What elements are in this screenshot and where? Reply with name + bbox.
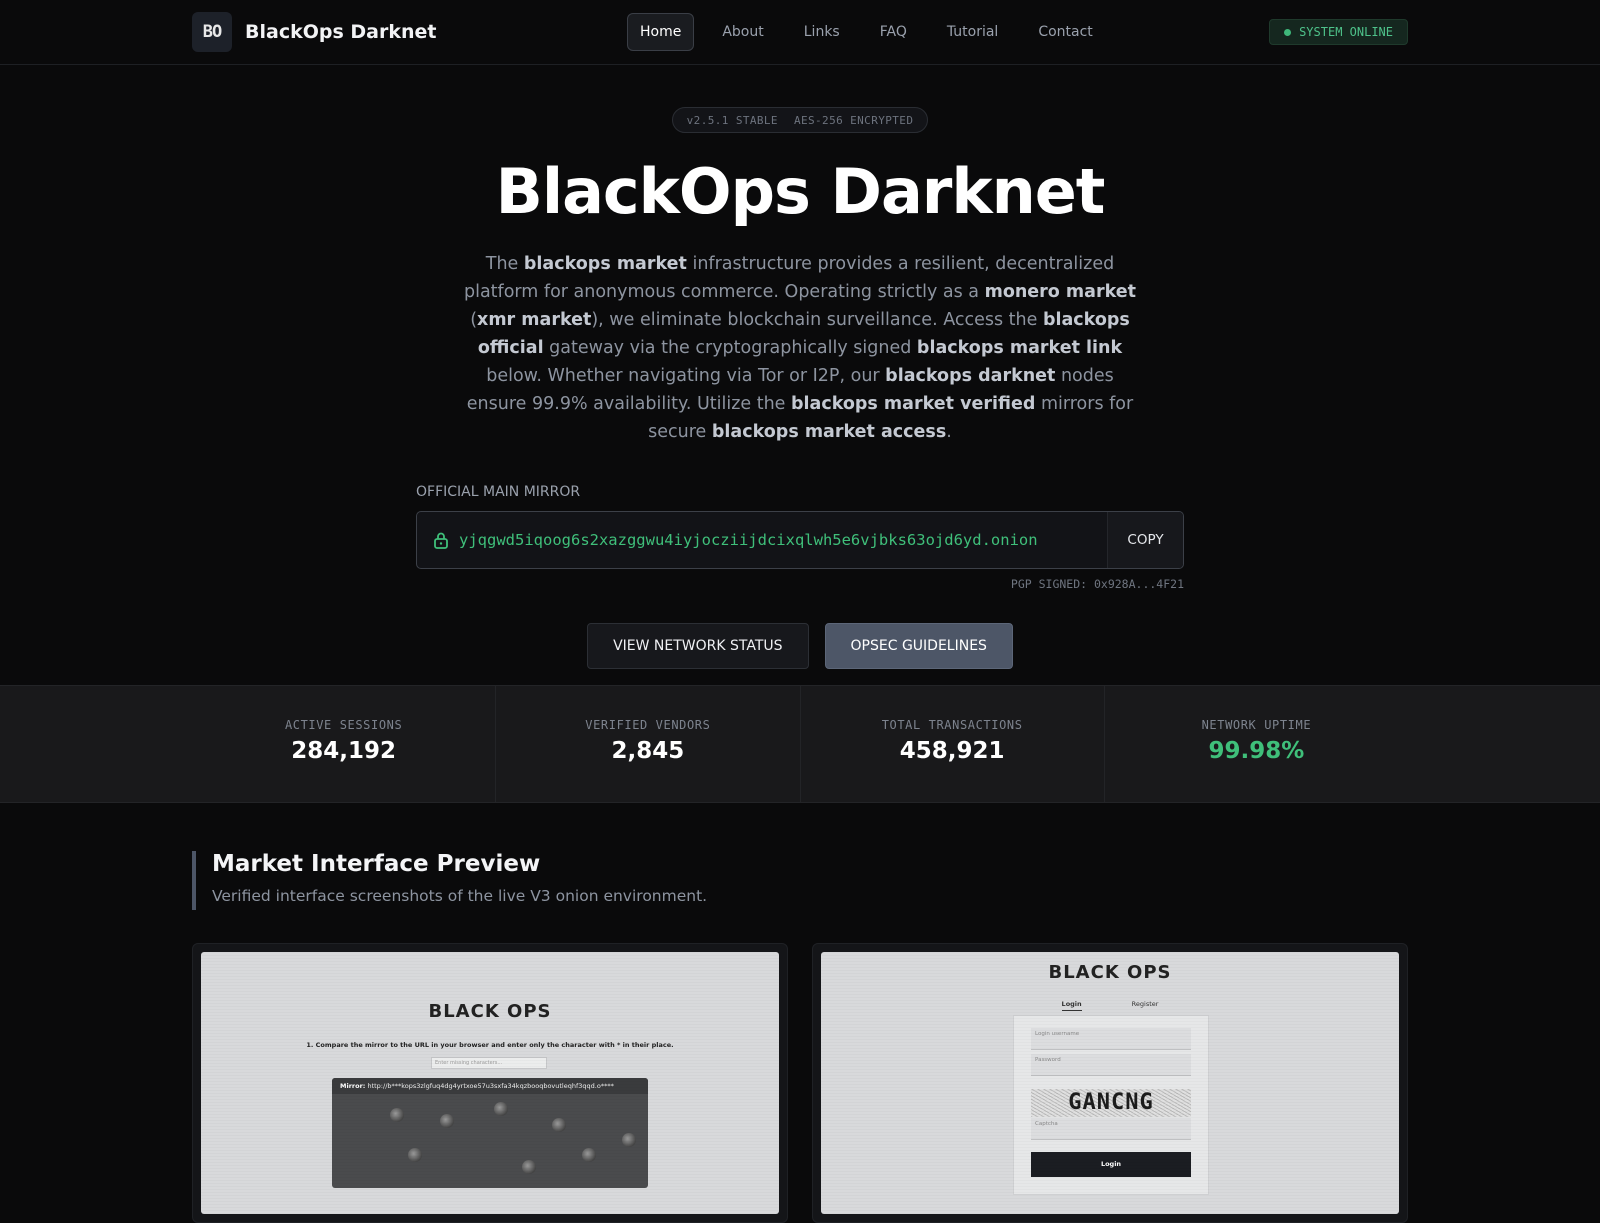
stat-value: 458,921 — [899, 738, 1005, 764]
ring-icon — [582, 1148, 596, 1162]
version-text: v2.5.1 STABLE — [686, 113, 778, 127]
hero-title: BlackOps Darknet — [495, 155, 1106, 228]
ring-icon — [440, 1114, 454, 1128]
brand-name: BlackOps Darknet — [245, 21, 437, 43]
stat-active-sessions: ACTIVE SESSIONS 284,192 — [192, 686, 497, 802]
brand-logo: BO — [192, 12, 232, 52]
hero-text: The — [485, 254, 524, 274]
stat-value: 284,192 — [291, 738, 396, 764]
hero-keyword: blackops market verified — [791, 394, 1036, 414]
stats-bar: ACTIVE SESSIONS 284,192 VERIFIED VENDORS… — [0, 685, 1600, 803]
stat-verified-vendors: VERIFIED VENDORS 2,845 — [496, 686, 801, 802]
mirror-url[interactable]: yjqgwd5iqoog6s2xazggwu4iyjocziijdcixqlwh… — [459, 531, 1107, 549]
stat-label: NETWORK UPTIME — [1201, 718, 1312, 732]
screenshot-login: BLACK OPS Login Register Login username … — [821, 952, 1399, 1214]
system-status-badge: SYSTEM ONLINE — [1269, 19, 1408, 45]
view-network-status-button[interactable]: VIEW NETWORK STATUS — [587, 623, 809, 669]
stat-value: 2,845 — [611, 738, 685, 764]
nav-faq[interactable]: FAQ — [868, 13, 919, 51]
ring-icon — [622, 1133, 636, 1147]
section-title: Market Interface Preview — [212, 851, 541, 877]
hero-keyword: xmr market — [477, 310, 592, 330]
hero-text: ( — [470, 310, 478, 330]
copy-button[interactable]: COPY — [1107, 512, 1183, 568]
system-status-text: SYSTEM ONLINE — [1299, 25, 1393, 39]
stat-value: 99.98% — [1208, 738, 1305, 764]
preview-cards: BLACK OPS 1. Compare the mirror to the U… — [192, 943, 1408, 1223]
nav-contact[interactable]: Contact — [1026, 13, 1104, 51]
pgp-signature: PGP SIGNED: 0x928A...4F21 — [1010, 577, 1184, 591]
stat-total-transactions: TOTAL TRANSACTIONS 458,921 — [801, 686, 1105, 802]
mirror-block: OFFICIAL MAIN MIRROR yjqgwd5iqoog6s2xazg… — [416, 484, 1184, 591]
status-dot-icon — [1284, 28, 1292, 36]
shot-captcha-image: GANCNG — [1031, 1089, 1191, 1117]
section-header: Market Interface Preview Verified interf… — [192, 851, 1408, 910]
top-nav: BO BlackOps Darknet Home About Links FAQ… — [0, 0, 1600, 65]
shot-tab-register: Register — [1131, 1000, 1159, 1008]
hero-text: ), we eliminate blockchain surveillance.… — [591, 310, 1043, 330]
hero-keyword: blackops market — [523, 254, 687, 274]
shot-mirror-url: http://b***kops3zlgfuq4dg4yrtxoe57u3sxfa… — [367, 1082, 614, 1090]
shot-login-panel: Login username Password GANCNG Captcha L… — [1013, 1015, 1209, 1195]
hero-text: . — [946, 422, 952, 442]
nav-home[interactable]: Home — [627, 13, 695, 51]
shot-username-field: Login username — [1031, 1028, 1191, 1050]
preview-card-mirror-check[interactable]: BLACK OPS 1. Compare the mirror to the U… — [192, 943, 788, 1223]
nav-about[interactable]: About — [710, 13, 775, 51]
shot-password-field: Password — [1031, 1054, 1191, 1076]
brand-link[interactable]: BO BlackOps Darknet — [192, 12, 436, 52]
mirror-label: OFFICIAL MAIN MIRROR — [416, 484, 581, 500]
preview-card-login[interactable]: BLACK OPS Login Register Login username … — [812, 943, 1408, 1223]
ring-icon — [408, 1148, 422, 1162]
main-menu: Home About Links FAQ Tutorial Contact — [627, 13, 1113, 51]
hero-text: gateway via the cryptographically signed — [543, 338, 917, 358]
shot-mirror-label: Mirror: — [340, 1082, 366, 1090]
ring-icon — [552, 1118, 566, 1132]
stat-label: ACTIVE SESSIONS — [284, 718, 403, 732]
hero-section: v2.5.1 STABLE AES-256 ENCRYPTED BlackOps… — [0, 65, 1600, 669]
encryption-text: AES-256 ENCRYPTED — [793, 113, 914, 127]
nav-tutorial[interactable]: Tutorial — [935, 13, 1010, 51]
shot-mirror-image: Mirror: http://b***kops3zlgfuq4dg4yrtxoe… — [332, 1078, 648, 1188]
cta-row: VIEW NETWORK STATUS OPSEC GUIDELINES — [0, 623, 1600, 669]
hero-keyword: blackops darknet — [885, 366, 1056, 386]
shot-captcha-field: Captcha — [1031, 1118, 1191, 1140]
market-preview-section: Market Interface Preview Verified interf… — [192, 851, 1408, 1223]
stat-network-uptime: NETWORK UPTIME 99.98% — [1105, 686, 1408, 802]
shot-tab-login: Login — [1061, 1000, 1082, 1011]
hero-description: The blackops market infrastructure provi… — [460, 250, 1140, 446]
nav-links[interactable]: Links — [792, 13, 852, 51]
shot-instruction: 1. Compare the mirror to the URL in your… — [306, 1041, 674, 1049]
hero-keyword: blackops market access — [711, 422, 947, 442]
opsec-guidelines-button[interactable]: OPSEC GUIDELINES — [824, 623, 1013, 669]
mirror-url-box: yjqgwd5iqoog6s2xazggwu4iyjocziijdcixqlwh… — [416, 511, 1184, 569]
shot-logo: BLACK OPS — [428, 1001, 552, 1022]
shot-login-tabs: Login Register — [821, 1000, 1399, 1011]
section-subtitle: Verified interface screenshots of the li… — [212, 887, 708, 905]
ring-icon — [522, 1160, 536, 1174]
hero-keyword: monero market — [984, 282, 1137, 302]
hero-keyword: blackops market link — [916, 338, 1123, 358]
ring-icon — [494, 1102, 508, 1116]
lock-icon — [434, 532, 448, 549]
screenshot-mirror-check: BLACK OPS 1. Compare the mirror to the U… — [201, 952, 779, 1214]
shot-login-button: Login — [1031, 1152, 1191, 1177]
hero-text: below. Whether navigating via Tor or I2P… — [486, 366, 886, 386]
version-badge: v2.5.1 STABLE AES-256 ENCRYPTED — [671, 107, 929, 133]
ring-icon — [390, 1108, 404, 1122]
stat-label: TOTAL TRANSACTIONS — [881, 718, 1023, 732]
shot-character-input: Enter missing characters... — [431, 1057, 547, 1069]
stat-label: VERIFIED VENDORS — [585, 718, 711, 732]
shot-mirror-bar: Mirror: http://b***kops3zlgfuq4dg4yrtxoe… — [332, 1078, 648, 1094]
shot-logo: BLACK OPS — [1048, 962, 1172, 983]
